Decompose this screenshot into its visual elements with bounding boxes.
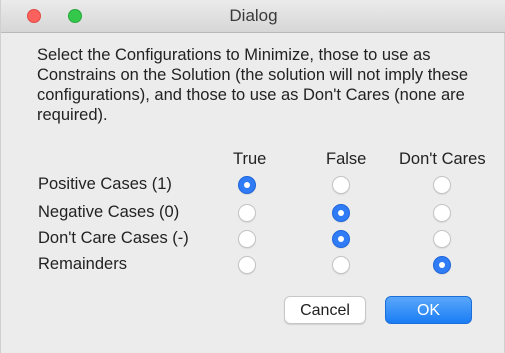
radio-negative-false[interactable] xyxy=(332,204,350,222)
radio-dontcare-true[interactable] xyxy=(238,230,256,248)
window-title: Dialog xyxy=(229,6,278,25)
title-bar[interactable]: Dialog xyxy=(1,0,505,33)
row-label-dont-care-cases: Don't Care Cases (-) xyxy=(38,229,189,247)
radio-positive-false[interactable] xyxy=(332,176,350,194)
radio-dontcare-dont-cares[interactable] xyxy=(433,230,451,248)
radio-positive-true[interactable] xyxy=(238,176,256,194)
dialog-window: Dialog Select the Configurations to Mini… xyxy=(0,0,505,353)
radio-remainders-false[interactable] xyxy=(332,256,350,274)
radio-negative-true[interactable] xyxy=(238,204,256,222)
column-header-dont-cares: Don't Cares xyxy=(399,150,486,168)
cancel-button[interactable]: Cancel xyxy=(284,296,366,324)
row-label-negative-cases: Negative Cases (0) xyxy=(38,203,180,221)
row-label-positive-cases: Positive Cases (1) xyxy=(38,175,172,193)
instructions-text: Select the Configurations to Minimize, t… xyxy=(37,46,469,124)
radio-remainders-dont-cares[interactable] xyxy=(433,256,451,274)
column-header-false: False xyxy=(326,150,367,168)
radio-negative-dont-cares[interactable] xyxy=(433,204,451,222)
column-header-true: True xyxy=(233,150,267,168)
radio-positive-dont-cares[interactable] xyxy=(433,176,451,194)
radio-remainders-true[interactable] xyxy=(238,256,256,274)
radio-dontcare-false[interactable] xyxy=(332,230,350,248)
row-label-remainders: Remainders xyxy=(38,255,127,273)
ok-button[interactable]: OK xyxy=(385,296,472,324)
